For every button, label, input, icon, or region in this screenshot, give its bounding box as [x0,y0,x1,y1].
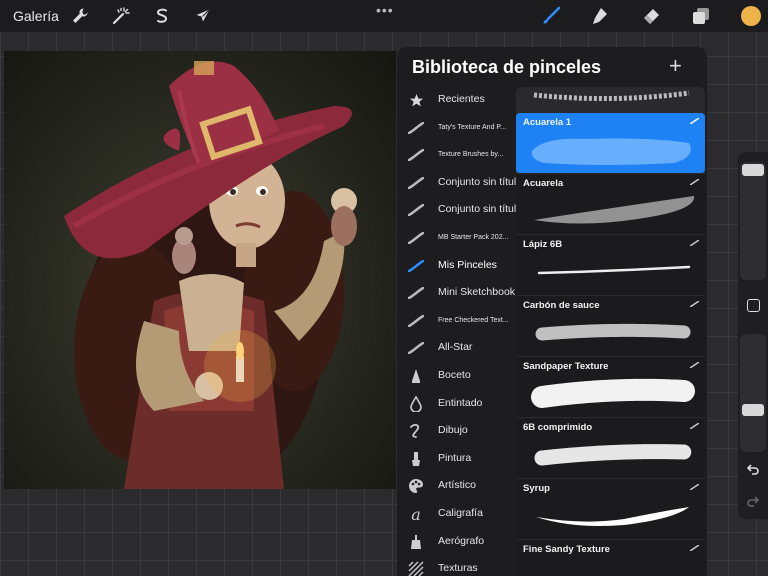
smudge-icon[interactable] [591,6,611,26]
brush-stroke-icon [408,285,424,301]
brush-stroke-preview [531,378,695,408]
brush-modified-icon [690,301,699,307]
brush-fine-sandy-texture[interactable]: Fine Sandy Texture [516,540,705,576]
paint-brush-icon [408,451,424,467]
brush-set-item[interactable]: Taty's Texture And P... [397,115,515,141]
brush-modified-icon [690,240,699,246]
brush-set-pintura[interactable]: Pintura [397,446,515,472]
wrench-icon[interactable] [70,6,90,26]
brush-size-thumb[interactable] [742,164,764,176]
brush-set-aerografo[interactable]: Aerógrafo [397,529,515,555]
brush-set-item[interactable]: MB Starter Pack 202... [397,225,515,251]
brush-icon[interactable] [541,6,561,26]
eyedropper-square-button[interactable] [747,299,760,312]
opacity-thumb[interactable] [742,404,764,416]
brush-set-entintado[interactable]: Entintado [397,391,515,417]
brush-syrup[interactable]: Syrup [516,479,705,540]
brush-6b-comprimido[interactable]: 6B comprimido [516,418,705,479]
brush-set-dibujo[interactable]: Dibujo [397,418,515,444]
brush-sandpaper-texture[interactable]: Sandpaper Texture [516,357,705,418]
brush-acuarela[interactable]: Acuarela [516,174,705,235]
brush-set-artistico[interactable]: Artístico [397,473,515,499]
brush-set-texturas[interactable]: Texturas [397,556,515,576]
brush-stroke-preview [537,265,691,275]
brush-stroke-preview [531,138,691,165]
brush-lapiz-6b[interactable]: Lápiz 6B [516,235,705,296]
redo-icon[interactable] [746,494,760,513]
eraser-icon[interactable] [641,6,661,26]
brush-stroke-icon [408,202,424,218]
more-options-button[interactable]: ••• [376,2,394,18]
brush-modified-icon [690,423,699,429]
add-brush-set-button[interactable]: + [669,55,682,77]
witch-illustration [64,61,357,489]
previous-brush-stroke [533,90,690,102]
selection-s-icon[interactable] [152,6,172,26]
brush-set-item[interactable]: All-Star [397,335,515,361]
brush-set-recientes[interactable]: Recientes [397,87,515,113]
layers-icon[interactable] [691,6,711,26]
brush-stroke-icon [408,120,424,136]
star-icon [408,92,424,108]
arrow-cursor-icon[interactable] [193,6,213,26]
airbrush-icon [408,534,424,550]
brush-stroke-preview [534,444,692,466]
brush-set-boceto[interactable]: Boceto [397,363,515,389]
palette-icon [408,478,424,494]
color-picker-button[interactable] [741,6,761,26]
brush-set-item[interactable]: Free Checkered Text... [397,308,515,334]
brush-stroke-icon [408,258,424,274]
brush-acuarela-1[interactable]: Acuarela 1 [516,113,705,174]
brush-stroke-icon [408,230,424,246]
brush-modified-icon [690,118,699,124]
top-toolbar: Galería ••• [0,0,768,32]
brush-stroke-preview [535,323,691,341]
opacity-slider[interactable] [740,334,766,452]
brush-carbon-de-sauce[interactable]: Carbón de sauce [516,296,705,357]
brush-set-item[interactable]: Mini Sketchbook [397,280,515,306]
drawing-canvas[interactable] [4,51,396,489]
brush-stroke-icon [408,340,424,356]
brush-modified-icon [690,484,699,490]
brush-modified-icon [690,362,699,368]
squiggle-icon [408,423,424,439]
brush-modified-icon [690,179,699,185]
brush-stroke-preview [536,507,689,526]
brush-set-list: Recientes Taty's Texture And P... Textur… [397,87,522,576]
brush-list: Acuarela 1 Acuarela Lápiz 6B Carbón de s… [516,87,705,576]
brush-set-caligrafia[interactable]: a Caligrafía [397,501,515,527]
side-slider-bar [738,152,768,519]
brush-stroke-icon [408,313,424,329]
panel-title: Biblioteca de pinceles [412,57,602,77]
brush-modified-icon [690,545,699,551]
brush-set-mis-pinceles[interactable]: Mis Pinceles [397,253,515,279]
brush-stroke-icon [408,147,424,163]
brush-set-item[interactable]: Texture Brushes by... [397,142,515,168]
brush-set-item[interactable]: Conjunto sin título [397,197,522,223]
brush-stroke-icon [408,175,424,191]
undo-icon[interactable] [746,462,760,481]
texture-icon [408,561,424,576]
brush-set-item[interactable]: Conjunto sin título [397,170,522,196]
pencil-tip-icon [408,368,424,384]
brush-size-slider[interactable] [740,162,766,280]
magic-wand-icon[interactable] [111,6,131,26]
brush-stroke-preview [534,196,695,224]
brush-library-panel: Biblioteca de pinceles + Recientes Taty'… [397,47,707,576]
ink-drop-icon [408,395,424,412]
calligraphy-a-icon: a [411,504,421,524]
gallery-button[interactable]: Galería [13,8,59,24]
